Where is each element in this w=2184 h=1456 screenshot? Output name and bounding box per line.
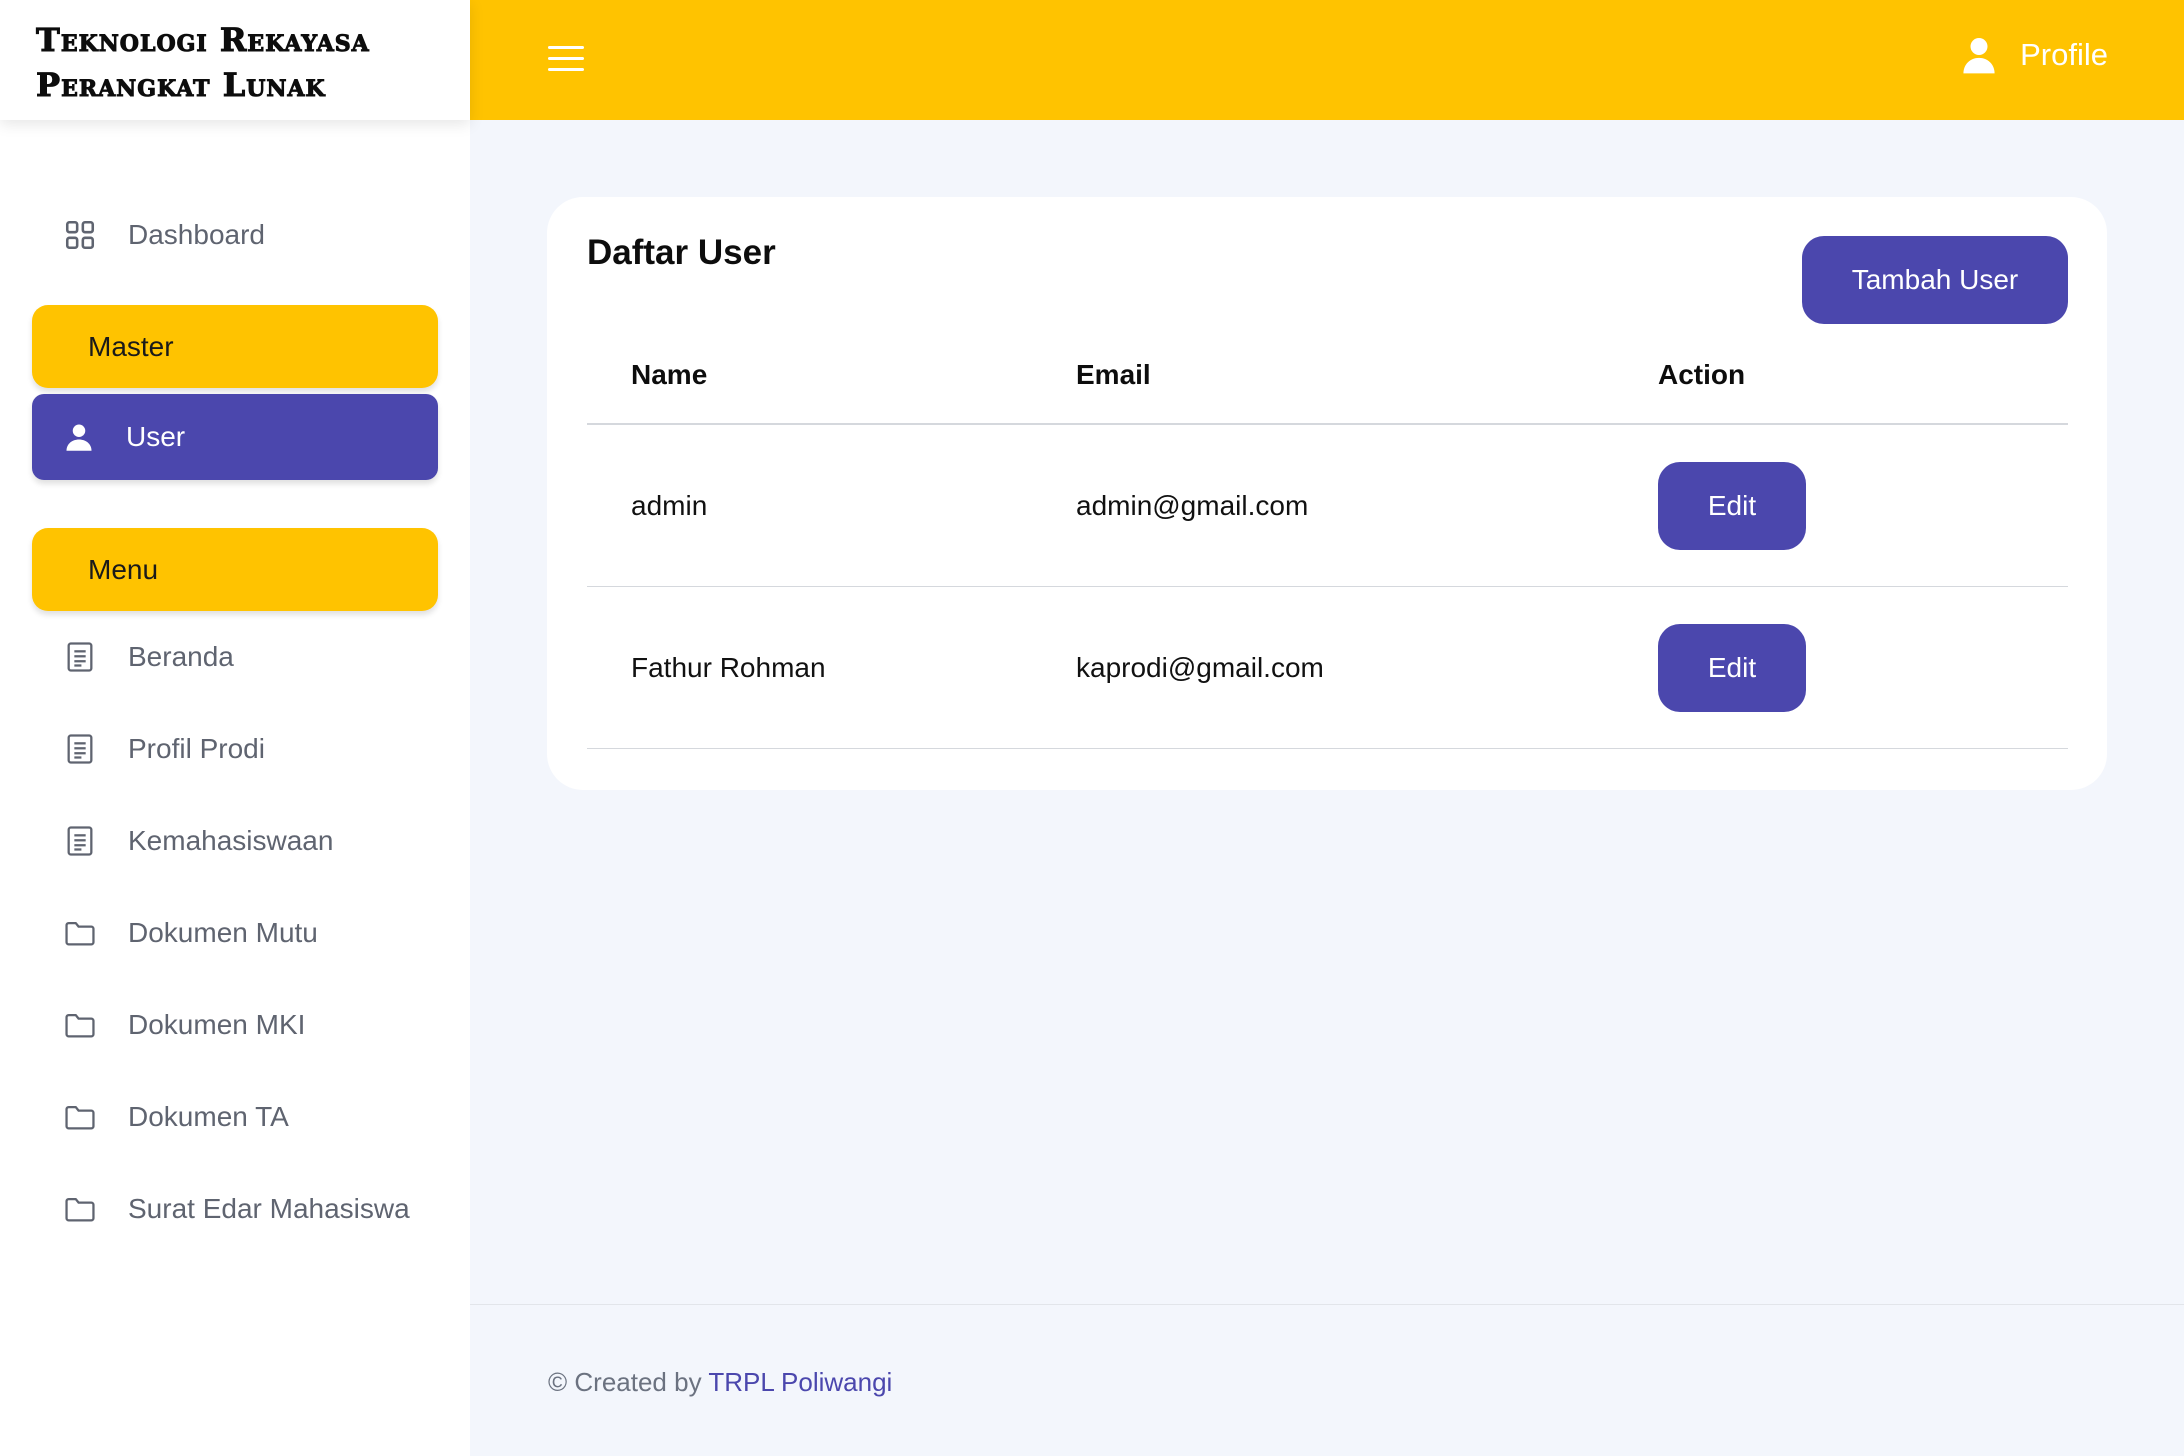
table-row: admin admin@gmail.com Edit <box>587 425 2068 587</box>
column-header-email: Email <box>1076 359 1151 390</box>
sidebar-menu-list: Beranda Profil Prodi Kemahasiswaan Dokum… <box>0 611 470 1255</box>
sidebar-section-master[interactable]: Master <box>32 305 438 388</box>
folder-icon <box>62 915 98 951</box>
sidebar-nav: Dashboard Master User Menu Beranda Profi… <box>0 120 470 1255</box>
top-bar: Profile <box>470 0 2184 120</box>
table-row: Fathur Rohman kaprodi@gmail.com Edit <box>587 587 2068 749</box>
footer: © Created by TRPL Poliwangi <box>470 1304 2184 1456</box>
sidebar-item-dashboard[interactable]: Dashboard <box>0 195 470 275</box>
document-icon <box>62 639 98 675</box>
document-icon <box>62 823 98 859</box>
user-icon <box>1962 36 1996 74</box>
cell-email: admin@gmail.com <box>1076 489 1309 521</box>
sidebar-item-beranda[interactable]: Beranda <box>0 611 470 703</box>
cell-name: Fathur Rohman <box>631 651 826 683</box>
sidebar-item-label: Beranda <box>128 641 234 672</box>
brand-title-line-2: Perangkat Lunak <box>36 66 326 105</box>
cell-action: Edit <box>1658 623 2068 712</box>
brand-title-line-1: Teknologi Rekayasa <box>36 21 370 60</box>
sidebar-section-menu[interactable]: Menu <box>32 528 438 611</box>
cell-name: admin <box>631 489 708 521</box>
profile-menu[interactable]: Profile <box>1962 36 2108 74</box>
brand-logo[interactable]: Teknologi Rekayasa Perangkat Lunak <box>0 0 470 120</box>
folder-icon <box>62 1191 98 1227</box>
column-header-action: Action <box>1658 359 1746 390</box>
footer-prefix: © Created by <box>548 1367 702 1397</box>
footer-link[interactable]: TRPL Poliwangi <box>708 1367 892 1397</box>
sidebar-item-dokumen-ta[interactable]: Dokumen TA <box>0 1071 470 1163</box>
sidebar-item-label: User <box>126 421 186 452</box>
user-list-card: Daftar User Tambah User Name Email Actio… <box>547 197 2107 790</box>
folder-icon <box>62 1099 98 1135</box>
sidebar-item-kemahasiswaan[interactable]: Kemahasiswaan <box>0 795 470 887</box>
sidebar-item-label: Dashboard <box>128 219 265 250</box>
sidebar-item-user[interactable]: User <box>32 394 438 480</box>
page-title: Daftar User <box>587 233 776 272</box>
sidebar-item-label: Surat Edar Mahasiswa <box>128 1193 410 1224</box>
sidebar-item-dokumen-mutu[interactable]: Dokumen Mutu <box>0 887 470 979</box>
sidebar-item-surat-edar-mahasiswa[interactable]: Surat Edar Mahasiswa <box>0 1163 470 1255</box>
sidebar-item-label: Kemahasiswaan <box>128 825 334 856</box>
user-icon <box>62 420 96 454</box>
sidebar-item-label: Profil Prodi <box>128 733 265 764</box>
table-header: Name Email Action <box>587 327 2068 425</box>
add-user-button[interactable]: Tambah User <box>1802 236 2068 324</box>
sidebar-item-dokumen-mki[interactable]: Dokumen MKI <box>0 979 470 1071</box>
hamburger-icon[interactable] <box>548 46 584 74</box>
sidebar-item-profil-prodi[interactable]: Profil Prodi <box>0 703 470 795</box>
profile-label: Profile <box>2020 37 2108 72</box>
sidebar-item-label: Dokumen TA <box>128 1101 289 1132</box>
sidebar-item-label: Dokumen MKI <box>128 1009 306 1040</box>
cell-action: Edit <box>1658 461 2068 550</box>
edit-button[interactable]: Edit <box>1658 623 1806 712</box>
sidebar-item-label: Dokumen Mutu <box>128 917 318 948</box>
folder-icon <box>62 1007 98 1043</box>
sidebar: Teknologi Rekayasa Perangkat Lunak Dashb… <box>0 0 470 1456</box>
document-icon <box>62 731 98 767</box>
column-header-name: Name <box>631 359 708 390</box>
footer-credit: © Created by TRPL Poliwangi <box>548 1367 892 1398</box>
edit-button[interactable]: Edit <box>1658 461 1806 550</box>
user-table: Name Email Action admin admin@gmail.com … <box>587 327 2068 749</box>
cell-email: kaprodi@gmail.com <box>1076 651 1324 683</box>
grid-icon <box>62 217 98 253</box>
